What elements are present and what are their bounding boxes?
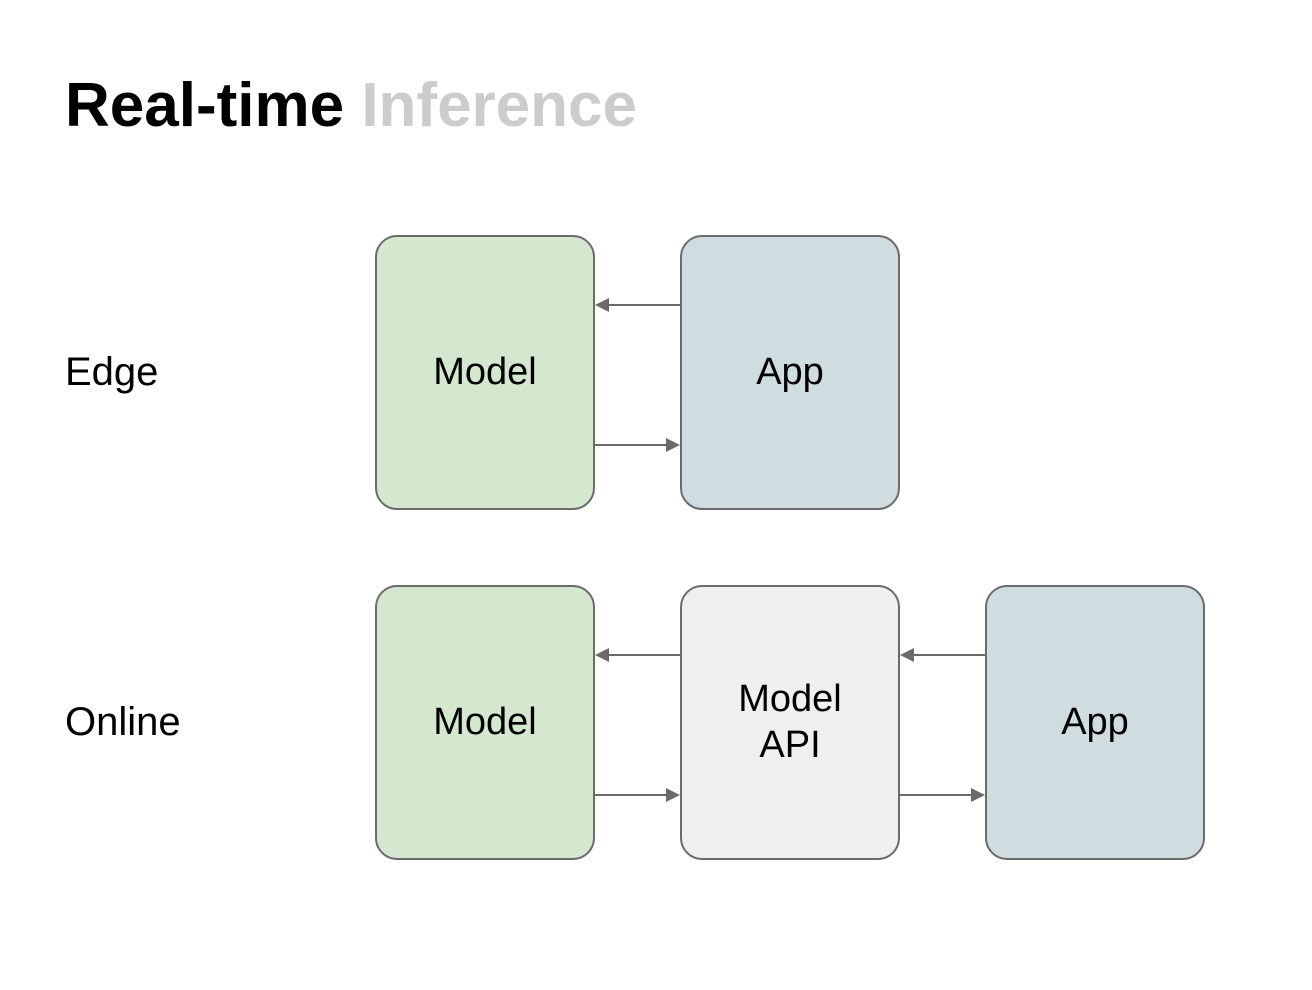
online-model-box: Model [375, 585, 595, 860]
online-arrow-api-to-app [900, 785, 985, 805]
diagram-title: Real-time Inference [65, 70, 637, 141]
online-arrow-api-to-model [595, 645, 680, 665]
title-light: Inference [361, 71, 637, 140]
edge-arrow-model-to-app [595, 435, 680, 455]
online-model-text: Model [433, 700, 537, 746]
online-app-box: App [985, 585, 1205, 860]
edge-model-text: Model [433, 350, 537, 396]
online-label: Online [65, 700, 181, 745]
edge-arrow-app-to-model [595, 295, 680, 315]
online-modelapi-text: Model API [738, 677, 842, 768]
online-modelapi-box: Model API [680, 585, 900, 860]
edge-app-box: App [680, 235, 900, 510]
title-bold: Real-time [65, 71, 344, 140]
online-arrow-model-to-api [595, 785, 680, 805]
online-arrow-app-to-api [900, 645, 985, 665]
edge-model-box: Model [375, 235, 595, 510]
online-app-text: App [1061, 700, 1129, 746]
edge-label: Edge [65, 350, 158, 395]
edge-app-text: App [756, 350, 824, 396]
